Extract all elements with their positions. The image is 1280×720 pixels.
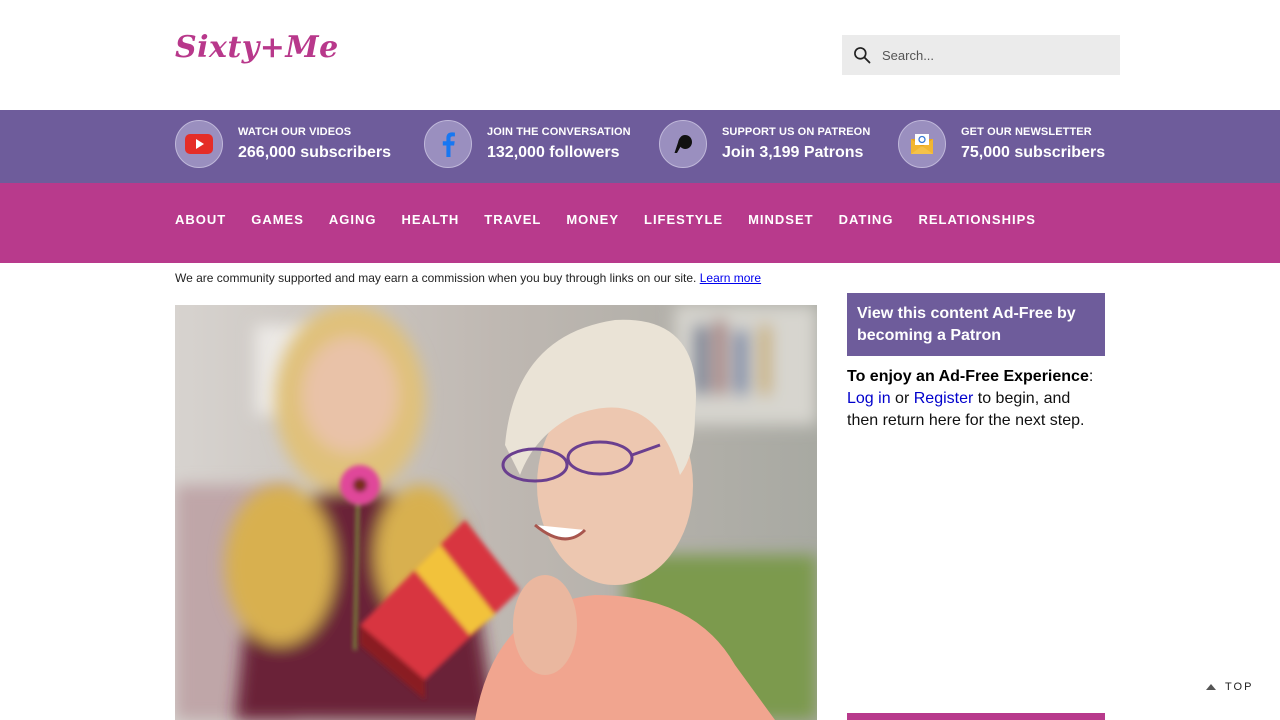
social-item-youtube[interactable]: WATCH OUR VIDEOS 266,000 subscribers [175, 120, 391, 168]
search-icon [854, 47, 871, 64]
nav-item-health[interactable]: HEALTH [402, 212, 460, 227]
social-label: SUPPORT US ON PATREON [722, 126, 871, 138]
nav-item-aging[interactable]: AGING [329, 212, 377, 227]
affiliate-disclosure: We are community supported and may earn … [175, 271, 761, 285]
social-label: GET OUR NEWSLETTER [961, 126, 1092, 138]
sidebar-widget-top [847, 713, 1105, 720]
facebook-icon [424, 120, 472, 168]
social-value: Join 3,199 Patrons [722, 144, 864, 161]
nav-item-money[interactable]: MONEY [566, 212, 619, 227]
site-logo[interactable]: Sixty+Me [175, 30, 339, 65]
newsletter-icon [898, 120, 946, 168]
social-value: 132,000 followers [487, 144, 620, 161]
adfree-colon: : [1088, 368, 1094, 385]
arrow-up-icon [1206, 684, 1216, 690]
hero-image [175, 305, 817, 720]
social-value: 75,000 subscribers [961, 144, 1106, 161]
search-input[interactable] [882, 47, 1102, 63]
patreon-icon [659, 120, 707, 168]
nav-item-relationships[interactable]: RELATIONSHIPS [918, 212, 1036, 227]
social-bar: WATCH OUR VIDEOS 266,000 subscribers JOI… [0, 110, 1280, 183]
nav-item-mindset[interactable]: MINDSET [748, 212, 814, 227]
nav-item-travel[interactable]: TRAVEL [484, 212, 541, 227]
social-item-patreon[interactable]: SUPPORT US ON PATREON Join 3,199 Patrons [659, 120, 870, 168]
adfree-heading: To enjoy an Ad-Free Experience [847, 368, 1089, 385]
hero-photo [175, 305, 817, 720]
nav-item-dating[interactable]: DATING [839, 212, 894, 227]
patron-cta-box[interactable]: View this content Ad-Free by becoming a … [847, 293, 1105, 356]
back-to-top-button[interactable]: TOP [1206, 681, 1253, 693]
main-nav: ABOUT GAMES AGING HEALTH TRAVEL MONEY LI… [0, 183, 1280, 263]
social-value: 266,000 subscribers [238, 144, 391, 161]
or-text: or [895, 390, 910, 407]
social-label: WATCH OUR VIDEOS [238, 126, 352, 138]
nav-item-about[interactable]: ABOUT [175, 212, 226, 227]
login-link[interactable]: Log in [847, 390, 891, 407]
top-label: TOP [1225, 681, 1254, 693]
youtube-icon [175, 120, 223, 168]
register-link[interactable]: Register [914, 390, 974, 407]
nav-item-games[interactable]: GAMES [251, 212, 304, 227]
search-box[interactable] [842, 35, 1120, 75]
nav-item-lifestyle[interactable]: LIFESTYLE [644, 212, 723, 227]
social-item-facebook[interactable]: JOIN THE CONVERSATION 132,000 followers [424, 120, 631, 168]
site-header: Sixty+Me [0, 0, 1280, 110]
social-item-newsletter[interactable]: GET OUR NEWSLETTER 75,000 subscribers [898, 120, 1105, 168]
learn-more-link[interactable]: Learn more [700, 271, 761, 285]
disclosure-text: We are community supported and may earn … [175, 271, 697, 285]
social-label: JOIN THE CONVERSATION [487, 126, 631, 138]
adfree-message: To enjoy an Ad-Free Experience: Log in o… [847, 366, 1105, 432]
